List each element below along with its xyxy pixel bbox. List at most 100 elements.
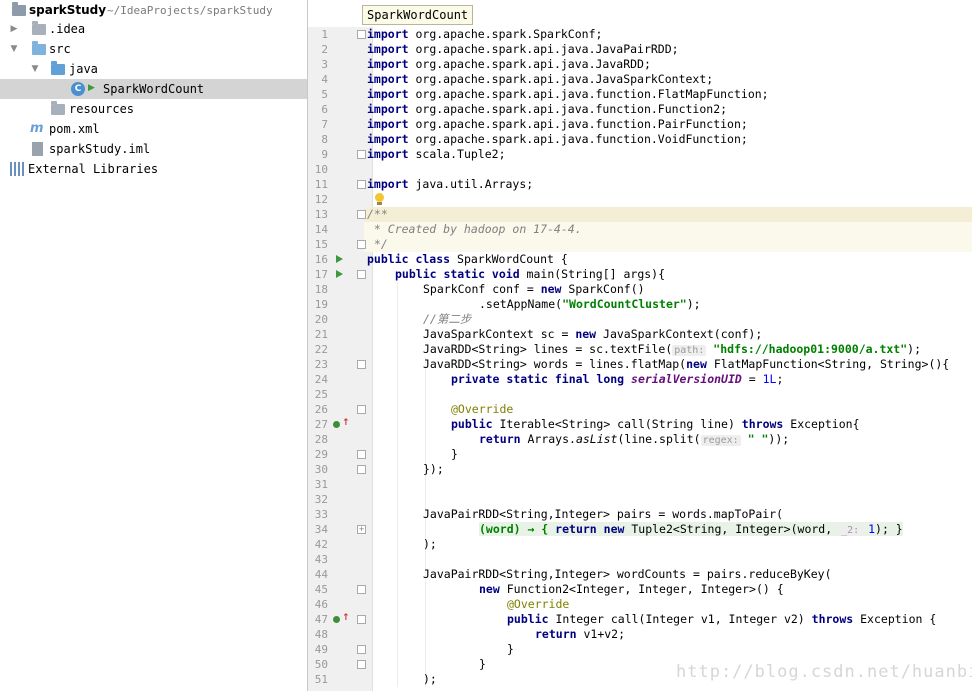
- line-number: 46: [314, 598, 328, 611]
- code-line-6: import org.apache.spark.api.java.functio…: [367, 102, 728, 116]
- fold-marker-icon[interactable]: [357, 615, 366, 624]
- intention-bulb-icon[interactable]: [375, 193, 384, 202]
- code-line-19: .setAppName("WordCountCluster");: [479, 297, 701, 311]
- code-line-44: JavaPairRDD<String,Integer> wordCounts =…: [423, 567, 832, 581]
- override-method-icon[interactable]: [333, 616, 340, 623]
- parameter-hint: regex:: [700, 435, 741, 446]
- code-line-18: SparkConf conf = new SparkConf(): [423, 282, 645, 296]
- fold-marker-icon[interactable]: [357, 360, 366, 369]
- line-number: 1: [321, 28, 328, 41]
- code-line-49: }: [507, 642, 514, 656]
- code-line-30: });: [423, 462, 444, 476]
- line-number: 24: [314, 373, 328, 386]
- line-number: 50: [314, 658, 328, 671]
- resources-folder-icon: [51, 101, 65, 115]
- fold-marker-icon[interactable]: [357, 210, 366, 219]
- fold-marker-icon[interactable]: [357, 645, 366, 654]
- code-line-17: public static void main(String[] args){: [395, 267, 666, 281]
- line-number: 11: [314, 178, 328, 191]
- parameter-hint: path:: [672, 345, 707, 356]
- folder-icon: [32, 21, 46, 35]
- line-number: 5: [321, 88, 328, 101]
- line-number: 3: [321, 58, 328, 71]
- fold-marker-icon[interactable]: [357, 30, 366, 39]
- line-number: 20: [314, 313, 328, 326]
- override-method-icon[interactable]: [333, 421, 340, 428]
- code-line-15: */: [367, 237, 388, 251]
- fold-marker-icon[interactable]: [357, 240, 366, 249]
- tree-root-path: ~/IdeaProjects/sparkStudy: [107, 4, 273, 17]
- line-number: 2: [321, 43, 328, 56]
- fold-marker-icon[interactable]: [357, 660, 366, 669]
- line-number: 13: [314, 208, 328, 221]
- code-line-9: import scala.Tuple2;: [367, 147, 506, 161]
- tree-item-label: resources: [69, 102, 135, 116]
- fold-marker-icon[interactable]: [357, 270, 366, 279]
- collapse-arrow-icon[interactable]: ▼: [29, 59, 41, 79]
- line-number: 6: [321, 103, 328, 116]
- code-line-2: import org.apache.spark.api.java.JavaPai…: [367, 42, 679, 56]
- watermark: http://blog.csdn.net/huanbia: [676, 662, 972, 682]
- line-number: 34: [314, 523, 328, 536]
- code-line-8: import org.apache.spark.api.java.functio…: [367, 132, 748, 146]
- tree-item-sparkwordcount[interactable]: C ▶ SparkWordCount: [0, 79, 307, 99]
- line-number: 45: [314, 583, 328, 596]
- indent-guide: [425, 357, 426, 687]
- tree-item-pom[interactable]: m pom.xml: [0, 119, 307, 139]
- fold-marker-icon[interactable]: [357, 465, 366, 474]
- indent-guide: [397, 282, 398, 687]
- code-line-29: }: [451, 447, 458, 461]
- tree-item-src[interactable]: ▼ src: [0, 39, 307, 59]
- run-gutter-icon[interactable]: [336, 270, 343, 278]
- tree-item-label: pom.xml: [49, 122, 100, 136]
- code-line-27: public Iterable<String> call(String line…: [451, 417, 860, 431]
- tree-item-label: java: [69, 62, 98, 76]
- java-class-icon: C: [71, 82, 85, 96]
- code-line-7: import org.apache.spark.api.java.functio…: [367, 117, 748, 131]
- tree-item-iml[interactable]: sparkStudy.iml: [0, 139, 307, 159]
- code-line-45: new Function2<Integer, Integer, Integer>…: [479, 582, 784, 596]
- code-line-21: JavaSparkContext sc = new JavaSparkConte…: [423, 327, 763, 341]
- code-line-34[interactable]: (word) → { return new Tuple2<String, Int…: [479, 522, 903, 537]
- current-line-highlight: [364, 207, 972, 222]
- fold-marker-icon[interactable]: [357, 180, 366, 189]
- line-number: 47: [314, 613, 328, 626]
- tree-item-idea[interactable]: ▶ .idea: [0, 19, 307, 39]
- code-line-33: JavaPairRDD<String,Integer> pairs = word…: [423, 507, 784, 521]
- fold-marker-icon[interactable]: [357, 150, 366, 159]
- tree-item-resources[interactable]: resources: [0, 99, 307, 119]
- fold-marker-icon[interactable]: [357, 405, 366, 414]
- line-number: 10: [314, 163, 328, 176]
- file-icon: [32, 142, 43, 156]
- code-line-3: import org.apache.spark.api.java.JavaRDD…: [367, 57, 651, 71]
- fold-marker-icon[interactable]: [357, 585, 366, 594]
- line-number: 48: [314, 628, 328, 641]
- tree-item-label: src: [49, 42, 71, 56]
- code-line-4: import org.apache.spark.api.java.JavaSpa…: [367, 72, 714, 86]
- module-folder-icon: [12, 2, 26, 16]
- tree-item-root[interactable]: sparkStudy ~/IdeaProjects/sparkStudy: [0, 0, 307, 20]
- run-gutter-icon[interactable]: [336, 255, 343, 263]
- line-number: 17: [314, 268, 328, 281]
- code-line-24: private static final long serialVersionU…: [451, 372, 784, 386]
- expand-arrow-icon[interactable]: ▶: [8, 19, 20, 39]
- run-config-icon: ▶: [88, 83, 95, 93]
- fold-marker-icon[interactable]: [357, 450, 366, 459]
- code-line-14: * Created by hadoop on 17-4-4.: [367, 222, 582, 236]
- tree-item-external-libraries[interactable]: External Libraries: [0, 159, 307, 179]
- tree-item-label: External Libraries: [28, 162, 159, 176]
- line-number: 22: [314, 343, 328, 356]
- line-number: 28: [314, 433, 328, 446]
- override-arrow-icon: ↑: [342, 613, 350, 623]
- collapse-arrow-icon[interactable]: ▼: [8, 39, 20, 59]
- expand-fold-icon[interactable]: +: [357, 525, 366, 534]
- line-number: 19: [314, 298, 328, 311]
- tree-item-java[interactable]: ▼ java: [0, 59, 307, 79]
- breadcrumb[interactable]: SparkWordCount: [362, 5, 474, 25]
- code-line-13: /**: [367, 207, 388, 221]
- tree-item-label: sparkStudy.iml: [49, 142, 151, 156]
- comment-highlight: [364, 237, 972, 252]
- code-line-50: }: [479, 657, 486, 671]
- project-tool-window: sparkStudy ~/IdeaProjects/sparkStudy ▶ .i…: [0, 0, 308, 691]
- line-number: 7: [321, 118, 328, 131]
